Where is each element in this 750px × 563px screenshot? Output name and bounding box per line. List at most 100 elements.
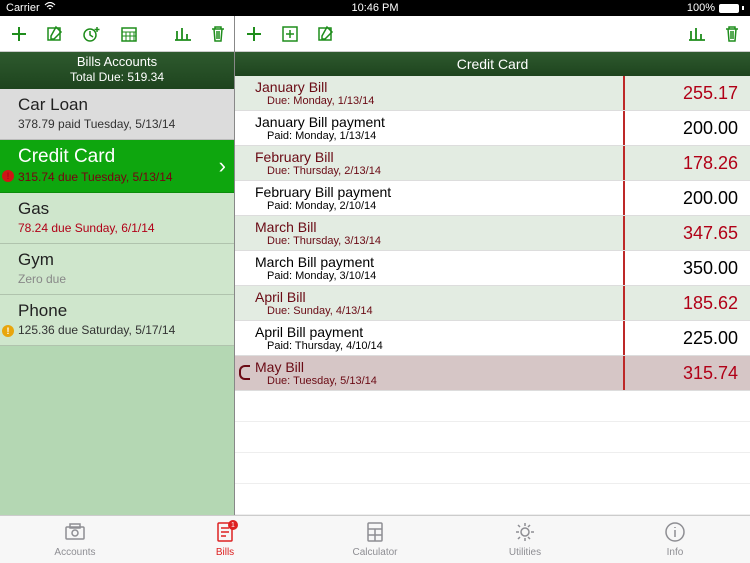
empty-row (235, 484, 750, 515)
account-name: Gas (18, 199, 224, 219)
tx-amount: 315.74 (683, 363, 738, 384)
tab-utilities[interactable]: Utilities (450, 516, 600, 563)
tx-amount: 178.26 (683, 153, 738, 174)
divider-bar (623, 286, 625, 320)
transaction-row[interactable]: April BillDue: Sunday, 4/13/14185.62 (235, 286, 750, 321)
account-row[interactable]: !Credit Card315.74 due Tuesday, 5/13/14› (0, 140, 234, 193)
tab-info[interactable]: Info (600, 516, 750, 563)
divider-bar (623, 76, 625, 110)
divider-bar (623, 321, 625, 355)
chart-icon[interactable] (688, 25, 706, 43)
left-toolbar (0, 16, 234, 52)
tab-label: Info (667, 547, 684, 558)
clock-add-icon[interactable] (82, 25, 102, 43)
account-row[interactable]: !Phone125.36 due Saturday, 5/17/14 (0, 295, 234, 346)
account-name: Gym (18, 250, 224, 270)
utilities-icon (513, 521, 537, 546)
tx-amount: 350.00 (683, 258, 738, 279)
trash-icon[interactable] (724, 25, 740, 43)
tx-sub: Paid: Thursday, 4/10/14 (255, 340, 683, 352)
status-bar: Carrier 10:46 PM 100% (0, 0, 750, 16)
tx-title: March Bill payment (255, 254, 683, 270)
tab-calculator[interactable]: Calculator (300, 516, 450, 563)
account-name: Car Loan (18, 95, 224, 115)
empty-row (235, 422, 750, 453)
tx-sub: Due: Tuesday, 5/13/14 (255, 375, 683, 387)
account-row[interactable]: Gym Zero due (0, 244, 234, 295)
account-sub: 378.79 paid Tuesday, 5/13/14 (18, 117, 224, 131)
tab-label: Accounts (54, 547, 95, 558)
tx-sub: Due: Thursday, 3/13/14 (255, 235, 683, 247)
chevron-right-icon: › (219, 153, 226, 179)
transaction-row[interactable]: March Bill paymentPaid: Monday, 3/10/143… (235, 251, 750, 286)
chart-icon[interactable] (174, 25, 192, 43)
account-sub: 315.74 due Tuesday, 5/13/14 (18, 170, 224, 184)
empty-row (235, 453, 750, 484)
accounts-title: Bills Accounts (0, 54, 234, 70)
clock-label: 10:46 PM (351, 2, 398, 14)
tx-title: April Bill (255, 289, 683, 305)
transaction-row[interactable]: May BillDue: Tuesday, 5/13/14315.74 (235, 356, 750, 391)
wifi-icon (44, 2, 56, 14)
accounts-list: Car Loan 378.79 paid Tuesday, 5/13/14 !Cre… (0, 89, 234, 515)
tx-amount: 225.00 (683, 328, 738, 349)
detail-header: Credit Card (235, 52, 750, 76)
compose-icon[interactable] (317, 25, 335, 43)
tx-amount: 255.17 (683, 83, 738, 104)
trash-icon[interactable] (210, 25, 226, 43)
battery-icon (719, 4, 744, 13)
tx-amount: 200.00 (683, 118, 738, 139)
tx-title: May Bill (255, 359, 683, 375)
battery-pct: 100% (687, 2, 715, 14)
account-sub: Zero due (18, 272, 224, 286)
account-row[interactable]: Gas78.24 due Sunday, 6/1/14 (0, 193, 234, 244)
tab-accounts[interactable]: Accounts (0, 516, 150, 563)
compose-icon[interactable] (46, 25, 64, 43)
divider-bar (623, 216, 625, 250)
tab-bar: Accounts Bills 1 Calculator Utilities Info (0, 515, 750, 563)
tx-sub: Paid: Monday, 1/13/14 (255, 130, 683, 142)
transaction-row[interactable]: February BillDue: Thursday, 2/13/14178.2… (235, 146, 750, 181)
transaction-row[interactable]: April Bill paymentPaid: Thursday, 4/10/1… (235, 321, 750, 356)
transaction-list: January BillDue: Monday, 1/13/14255.17Ja… (235, 76, 750, 515)
account-name: Phone (18, 301, 224, 321)
tx-title: April Bill payment (255, 324, 683, 340)
tx-title: January Bill (255, 79, 683, 95)
accounts-pane: Bills Accounts Total Due: 519.34 Car Loa… (0, 16, 235, 515)
transaction-row[interactable]: January BillDue: Monday, 1/13/14255.17 (235, 76, 750, 111)
tab-label: Calculator (352, 547, 397, 558)
alert-badge: ! (2, 170, 14, 182)
tab-label: Utilities (509, 547, 541, 558)
add-icon[interactable] (10, 25, 28, 43)
tx-title: February Bill (255, 149, 683, 165)
alert-badge: ! (2, 325, 14, 337)
tab-bills[interactable]: Bills 1 (150, 516, 300, 563)
add-icon[interactable] (245, 25, 263, 43)
tab-label: Bills (216, 547, 234, 558)
tx-sub: Paid: Monday, 2/10/14 (255, 200, 683, 212)
add-box-icon[interactable] (281, 25, 299, 43)
calculator-icon (363, 521, 387, 546)
transaction-row[interactable]: March BillDue: Thursday, 3/13/14347.65 (235, 216, 750, 251)
tx-sub: Due: Sunday, 4/13/14 (255, 305, 683, 317)
divider-bar (623, 146, 625, 180)
account-row[interactable]: Car Loan 378.79 paid Tuesday, 5/13/14 (0, 89, 234, 140)
tx-sub: Paid: Monday, 3/10/14 (255, 270, 683, 282)
divider-bar (623, 251, 625, 285)
divider-bar (623, 111, 625, 145)
tx-amount: 200.00 (683, 188, 738, 209)
calendar-icon[interactable] (120, 25, 138, 43)
tx-amount: 185.62 (683, 293, 738, 314)
empty-row (235, 391, 750, 422)
transactions-pane: Credit Card January BillDue: Monday, 1/1… (235, 16, 750, 515)
badge-icon: 1 (228, 520, 238, 530)
tx-title: February Bill payment (255, 184, 683, 200)
tx-title: March Bill (255, 219, 683, 235)
current-marker-icon (239, 365, 250, 380)
tx-amount: 347.65 (683, 223, 738, 244)
total-due-label: Total Due: 519.34 (0, 70, 234, 85)
transaction-row[interactable]: January Bill paymentPaid: Monday, 1/13/1… (235, 111, 750, 146)
accounts-icon (63, 521, 87, 546)
tx-title: January Bill payment (255, 114, 683, 130)
transaction-row[interactable]: February Bill paymentPaid: Monday, 2/10/… (235, 181, 750, 216)
